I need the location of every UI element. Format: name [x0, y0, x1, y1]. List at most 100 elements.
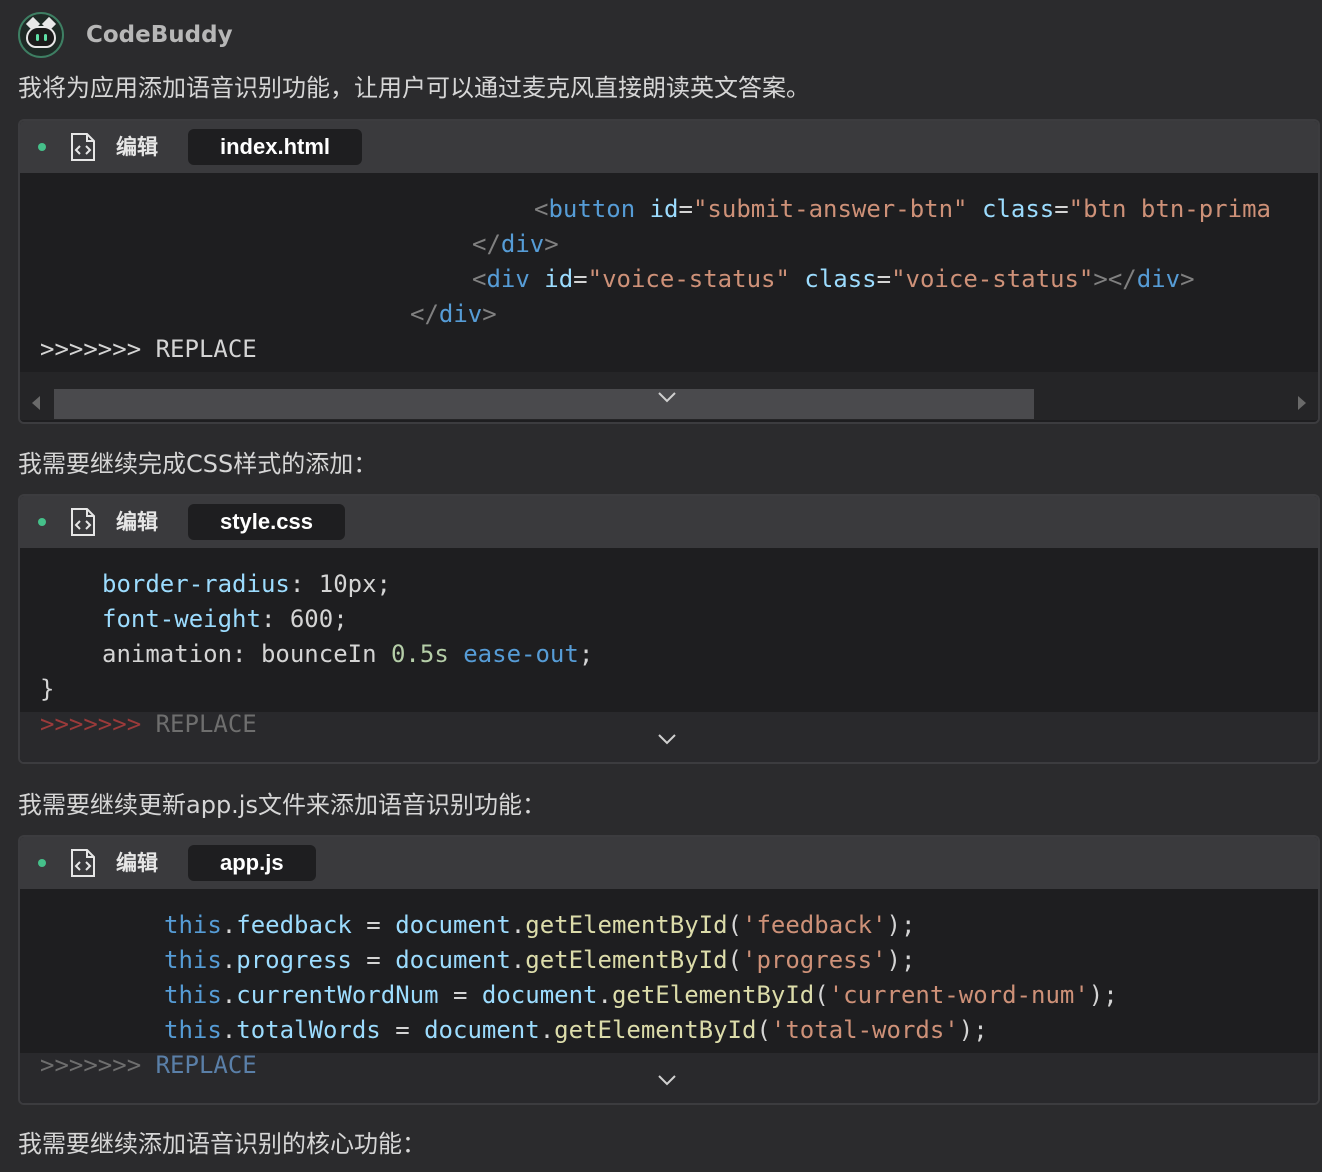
- code-line: font-weight: 600;: [102, 602, 348, 637]
- code-token: document: [424, 1016, 540, 1044]
- code-token: div: [1136, 265, 1181, 293]
- code-token: .: [539, 1016, 555, 1044]
- code-token: "voice-status": [587, 265, 790, 293]
- code-token: document: [395, 946, 511, 974]
- scroll-left-arrow-icon[interactable]: [32, 396, 40, 410]
- code-line: }: [40, 672, 54, 707]
- code-token: (: [814, 981, 829, 1009]
- code-token: (: [727, 911, 742, 939]
- code-token: totalWords: [236, 1016, 381, 1044]
- code-token: );: [958, 1016, 988, 1044]
- file-code-icon: [71, 849, 95, 877]
- code-token: : 10px;: [289, 570, 391, 598]
- status-dot-icon: [38, 859, 46, 867]
- code-token: ;: [578, 640, 594, 668]
- code-token: >: [1180, 265, 1195, 293]
- code-token: id: [544, 265, 574, 293]
- code-token: <: [534, 195, 549, 223]
- code-token: .: [221, 911, 237, 939]
- code-token: animation: bounceIn: [102, 640, 391, 668]
- file-code-icon: [71, 508, 95, 536]
- code-token: div: [500, 230, 545, 258]
- edit-action-label: 编辑: [116, 135, 158, 159]
- code-token: .: [510, 911, 526, 939]
- code-token: .: [597, 981, 612, 1009]
- code-token: =: [380, 1016, 425, 1044]
- code-line: </div>: [472, 227, 559, 262]
- assistant-name: CodeBuddy: [86, 22, 233, 48]
- code-token: class: [981, 195, 1055, 223]
- edit-card-style-css: 编辑 style.css border-radius: 10px; font-w…: [18, 494, 1320, 764]
- code-token: div: [438, 300, 483, 328]
- code-token: .: [221, 981, 237, 1009]
- code-token: }: [40, 675, 55, 703]
- chevron-down-icon[interactable]: [656, 728, 678, 750]
- code-token: );: [886, 946, 916, 974]
- code-token: REPLACE: [141, 710, 257, 738]
- code-line: this.feedback = document.getElementById(…: [164, 908, 915, 943]
- code-token: document: [481, 981, 598, 1009]
- code-token: .: [221, 1016, 237, 1044]
- code-token: this: [164, 981, 222, 1009]
- code-diff-view: this.feedback = document.getElementById(…: [20, 889, 1318, 1103]
- code-token: REPLACE: [141, 1051, 257, 1079]
- code-token: =: [678, 195, 693, 223]
- assistant-message: 我需要继续添加语音识别的核心功能：: [18, 1130, 426, 1158]
- code-line: this.progress = document.getElementById(…: [164, 943, 915, 978]
- code-line: this.totalWords = document.getElementByI…: [164, 1013, 988, 1048]
- code-token: div: [486, 265, 530, 293]
- code-token: "btn btn-prima: [1068, 195, 1271, 223]
- chevron-down-icon[interactable]: [656, 1069, 678, 1091]
- code-line: this.currentWordNum = document.getElemen…: [164, 978, 1118, 1013]
- file-name-tab[interactable]: style.css: [188, 504, 345, 540]
- edit-card-header[interactable]: 编辑 style.css: [20, 496, 1318, 548]
- code-token: ease-out: [463, 640, 579, 668]
- code-token: .: [221, 946, 237, 974]
- code-token: progress: [236, 946, 352, 974]
- horizontal-scrollbar[interactable]: [20, 372, 1318, 420]
- code-token: "voice-status": [891, 265, 1094, 293]
- code-token: feedback: [236, 911, 352, 939]
- code-line: >>>>>>> REPLACE: [40, 332, 257, 367]
- code-token: (: [727, 946, 742, 974]
- chevron-down-icon[interactable]: [656, 386, 678, 408]
- code-token: button: [548, 195, 636, 223]
- code-token: =: [1054, 195, 1069, 223]
- code-token: );: [1088, 981, 1118, 1009]
- code-token: font-weight: [102, 605, 261, 633]
- code-diff-view: border-radius: 10px; font-weight: 600; a…: [20, 548, 1318, 762]
- code-token: getElementById: [554, 1016, 757, 1044]
- file-name-tab[interactable]: app.js: [188, 845, 316, 881]
- code-token: id: [649, 195, 679, 223]
- code-token: this: [164, 946, 222, 974]
- assistant-message: 我需要继续更新app.js文件来添加语音识别功能：: [18, 791, 546, 819]
- assistant-message: 我需要继续完成CSS样式的添加：: [18, 450, 378, 478]
- code-token: 'total-words': [770, 1016, 959, 1044]
- status-dot-icon: [38, 518, 46, 526]
- code-token: 0.5s: [390, 640, 449, 668]
- edit-card-header[interactable]: 编辑 index.html: [20, 121, 1318, 173]
- code-token: this: [164, 911, 222, 939]
- code-token: =: [876, 265, 892, 293]
- code-token: >>>>>>>: [40, 1051, 142, 1079]
- codebuddy-avatar: [18, 12, 64, 58]
- code-token: "submit-answer-btn": [692, 195, 968, 223]
- edit-card-header[interactable]: 编辑 app.js: [20, 837, 1318, 889]
- file-name-tab[interactable]: index.html: [188, 129, 363, 165]
- edit-card-app-js: 编辑 app.js this.feedback = document.getEl…: [18, 835, 1320, 1105]
- code-line: >>>>>>> REPLACE: [40, 1048, 257, 1083]
- avatar-eye-right: [44, 34, 47, 41]
- code-token: >: [544, 230, 559, 258]
- scroll-right-arrow-icon[interactable]: [1298, 396, 1306, 410]
- code-token: border-radius: [102, 570, 290, 598]
- code-token: currentWordNum: [236, 981, 439, 1009]
- code-token: document: [395, 911, 511, 939]
- edit-action-label: 编辑: [116, 510, 158, 534]
- code-token: >: [482, 300, 497, 328]
- code-line: animation: bounceIn 0.5s ease-out;: [102, 637, 593, 672]
- code-token: </: [410, 300, 439, 328]
- scrollbar-thumb[interactable]: [54, 389, 1034, 419]
